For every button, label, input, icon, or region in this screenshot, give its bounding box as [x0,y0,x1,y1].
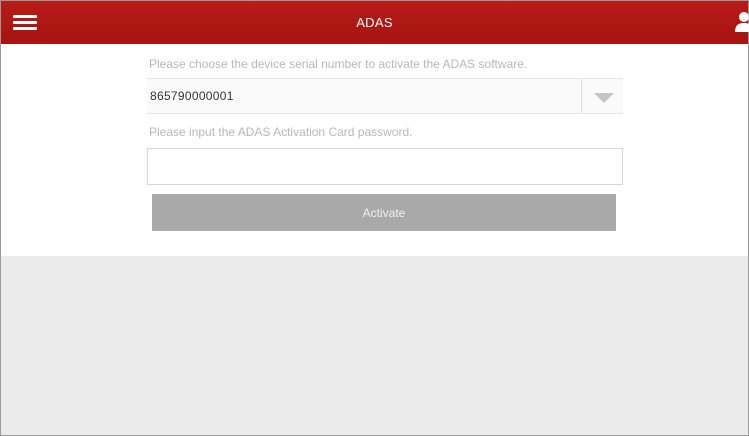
app-window: ADAS Please choose the device serial num… [0,0,749,436]
serial-number-prompt: Please choose the device serial number t… [149,57,528,71]
dropdown-arrow-icon[interactable] [594,91,614,109]
select-divider [581,79,582,113]
page-title: ADAS [356,15,393,30]
password-prompt: Please input the ADAS Activation Card pa… [149,125,413,139]
activation-panel: Please choose the device serial number t… [1,44,748,256]
activate-button[interactable]: Activate [152,194,616,231]
user-icon[interactable] [734,11,749,33]
activation-password-input[interactable] [147,148,623,185]
top-bar: ADAS [1,1,749,44]
serial-number-value: 865790000001 [150,89,234,103]
hamburger-menu-icon[interactable] [13,12,37,32]
serial-number-select[interactable]: 865790000001 [147,78,623,114]
